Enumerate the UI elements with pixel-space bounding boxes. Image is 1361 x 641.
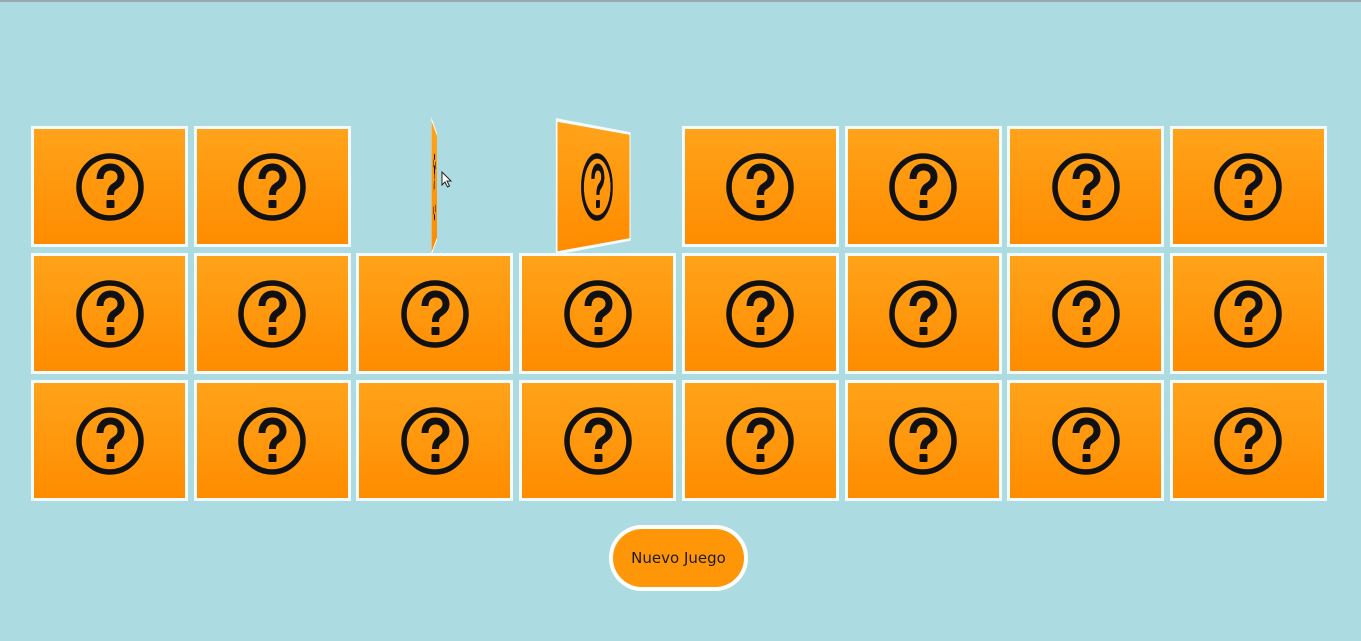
memory-card[interactable] <box>193 253 351 374</box>
memory-card[interactable] <box>681 126 839 247</box>
memory-card[interactable] <box>1007 380 1165 501</box>
card-slot <box>1169 253 1327 374</box>
memory-card[interactable] <box>31 126 188 247</box>
question-circle-icon <box>1051 152 1120 221</box>
card-slot <box>356 116 513 257</box>
card-slot <box>844 380 1002 501</box>
question-circle-icon <box>75 406 144 475</box>
card-board <box>31 116 1327 504</box>
card-slot <box>193 380 351 501</box>
card-slot <box>1007 126 1165 247</box>
mouse-cursor-icon <box>441 171 453 188</box>
question-circle-icon <box>238 406 306 475</box>
memory-card[interactable] <box>356 380 514 501</box>
question-circle-icon <box>726 406 795 475</box>
memory-card[interactable] <box>31 380 188 501</box>
memory-card[interactable] <box>31 253 188 374</box>
memory-card[interactable] <box>844 126 1002 247</box>
controls: Nuevo Juego <box>609 525 748 591</box>
card-slot <box>31 380 188 501</box>
question-circle-icon <box>1214 152 1283 221</box>
card-slot <box>31 253 188 374</box>
card-slot <box>1169 380 1327 501</box>
card-slot <box>356 253 514 374</box>
question-circle-icon <box>1214 406 1283 475</box>
question-circle-icon <box>889 406 957 475</box>
memory-card[interactable] <box>1169 253 1327 374</box>
question-circle-icon <box>1214 279 1283 348</box>
memory-card[interactable] <box>844 380 1002 501</box>
memory-card[interactable] <box>431 116 438 257</box>
question-circle-icon <box>401 279 469 348</box>
question-circle-icon <box>434 149 436 223</box>
memory-card[interactable] <box>193 380 351 501</box>
card-slot <box>844 126 1002 247</box>
card-slot <box>681 380 839 501</box>
memory-card[interactable] <box>1169 126 1327 247</box>
card-slot <box>1007 253 1165 374</box>
card-slot <box>1169 126 1327 247</box>
card-slot <box>31 126 188 247</box>
card-slot <box>519 253 677 374</box>
question-circle-icon <box>726 279 795 348</box>
question-circle-icon <box>238 152 306 221</box>
memory-card[interactable] <box>1007 253 1165 374</box>
card-slot <box>681 126 839 247</box>
memory-card[interactable] <box>1007 126 1165 247</box>
question-circle-icon <box>563 279 632 348</box>
memory-card[interactable] <box>519 253 677 374</box>
memory-card[interactable] <box>844 253 1002 374</box>
memory-card[interactable] <box>193 126 351 247</box>
card-slot <box>356 380 514 501</box>
card-slot <box>193 253 351 374</box>
card-slot <box>193 126 351 247</box>
question-circle-icon <box>1051 406 1120 475</box>
question-circle-icon <box>75 279 144 348</box>
memory-card[interactable] <box>681 380 839 501</box>
card-slot <box>519 380 677 501</box>
new-game-button[interactable]: Nuevo Juego <box>609 525 748 591</box>
question-circle-icon <box>889 152 957 221</box>
card-slot <box>681 253 839 374</box>
memory-card[interactable] <box>1169 380 1327 501</box>
card-slot <box>1007 380 1165 501</box>
question-circle-icon <box>75 152 144 221</box>
card-slot <box>844 253 1002 374</box>
question-circle-icon <box>401 406 469 475</box>
question-circle-icon <box>238 279 306 348</box>
question-circle-icon <box>1051 279 1120 348</box>
question-circle-icon <box>726 152 795 221</box>
memory-card[interactable] <box>356 253 514 374</box>
memory-card[interactable] <box>681 253 839 374</box>
question-circle-icon <box>889 279 957 348</box>
memory-card[interactable] <box>519 380 677 501</box>
card-slot <box>519 118 676 255</box>
memory-card[interactable] <box>555 118 631 255</box>
question-circle-icon <box>563 406 632 475</box>
question-circle-icon <box>580 150 613 224</box>
